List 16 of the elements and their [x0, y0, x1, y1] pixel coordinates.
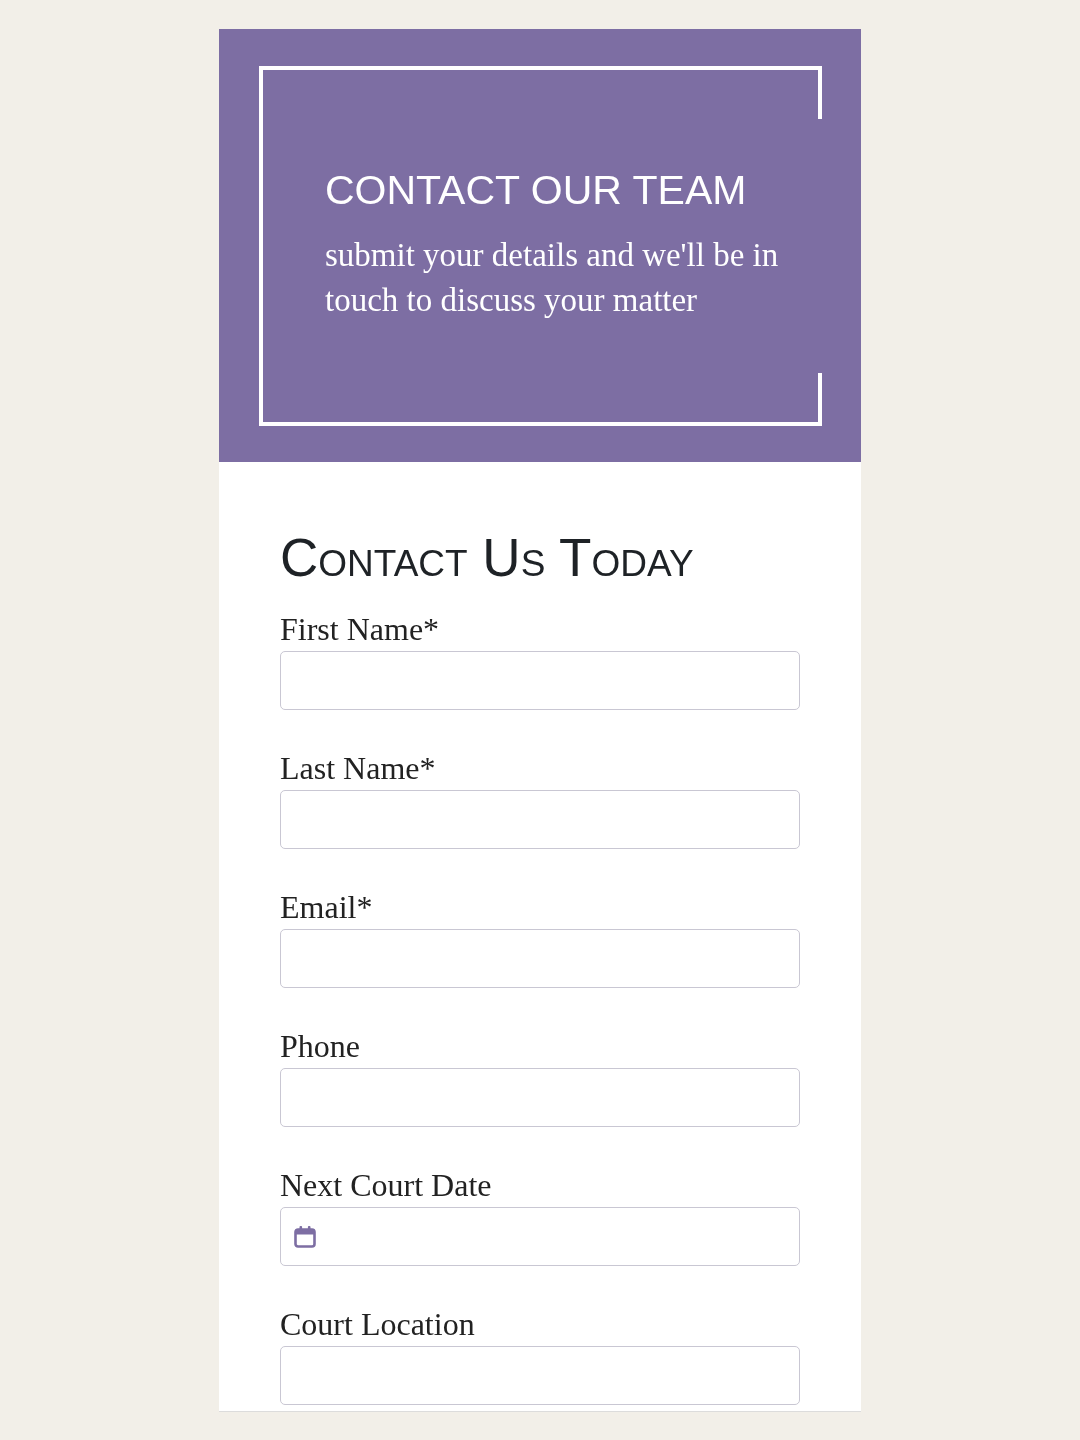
banner-title: CONTACT OUR TEAM	[325, 166, 748, 215]
field-label: Phone	[280, 1028, 361, 1064]
calendar-icon	[294, 1225, 316, 1248]
field-label: Last Name*	[280, 750, 437, 786]
field-label: Email*	[280, 889, 374, 925]
field-label: First Name*	[280, 611, 441, 647]
input-field[interactable]	[280, 1068, 800, 1127]
input-field[interactable]	[280, 929, 800, 988]
banner-subtitle: submit your details and we'll be in touch to discuss your matter	[325, 236, 780, 320]
form-heading: Contact Us Today	[280, 527, 695, 589]
input-field[interactable]	[280, 1346, 800, 1405]
input-field[interactable]	[280, 790, 800, 849]
field-label: Next Court Date	[280, 1167, 493, 1203]
field-label: Court Location	[280, 1306, 476, 1342]
input-field[interactable]	[280, 651, 800, 710]
date-field[interactable]	[280, 1207, 800, 1266]
